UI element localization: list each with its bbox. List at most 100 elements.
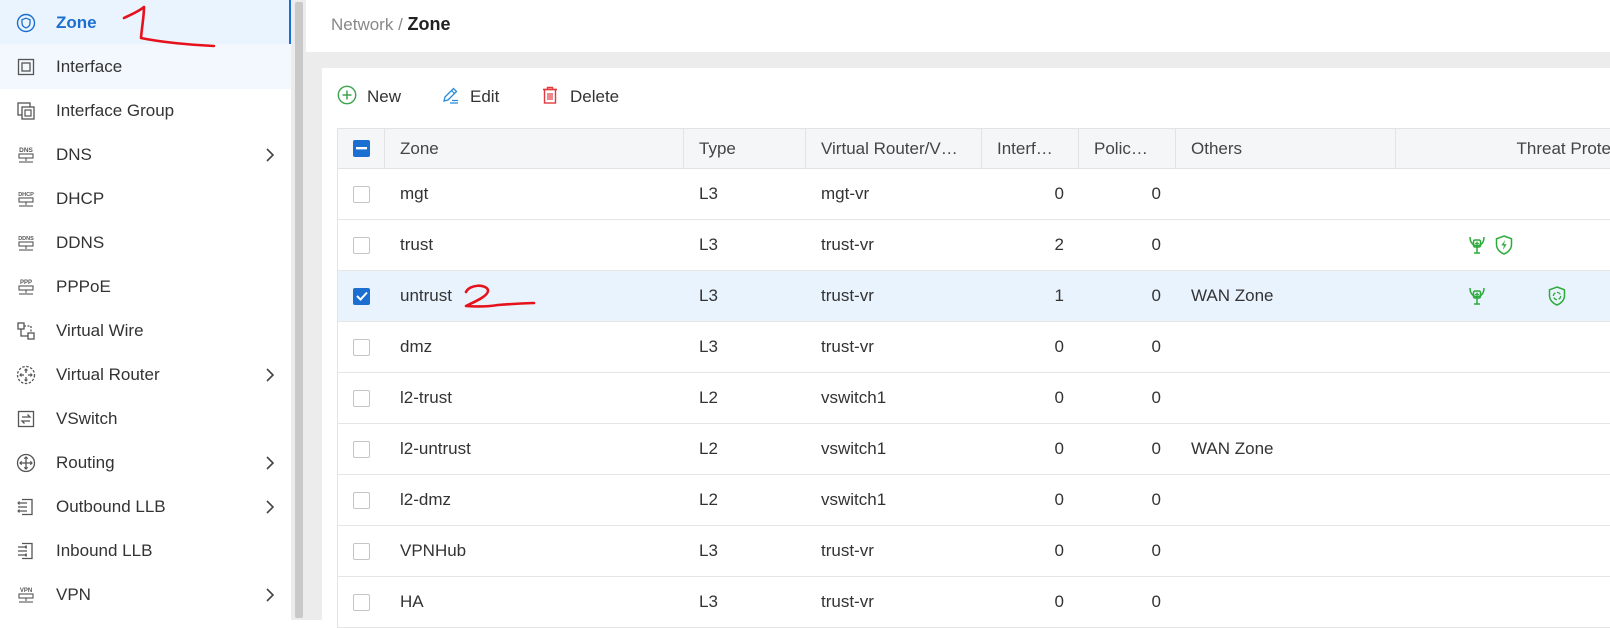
table-row[interactable]: l2-trust L2 vswitch1 0 0 xyxy=(337,373,1610,424)
table-row[interactable]: trust L3 trust-vr 2 0 xyxy=(337,220,1610,271)
cell-others xyxy=(1176,220,1396,270)
cell-others xyxy=(1176,169,1396,219)
shield-recycle-icon[interactable] xyxy=(1546,285,1568,307)
sidebar-item-interface-group[interactable]: Interface Group xyxy=(0,88,291,133)
column-header-threat-protection[interactable]: Threat Prote xyxy=(1396,129,1610,168)
shield-bolt-icon[interactable] xyxy=(1493,234,1515,256)
row-select-cell xyxy=(338,169,385,219)
cell-vr: vswitch1 xyxy=(821,490,887,509)
column-header-interfaces[interactable]: Interf… xyxy=(982,129,1079,168)
cell-others xyxy=(1176,373,1396,423)
cell-policies: 0 xyxy=(1151,184,1161,203)
row-checkbox[interactable] xyxy=(353,287,370,305)
content-gutter xyxy=(306,68,322,620)
column-header-others[interactable]: Others xyxy=(1176,129,1396,168)
row-checkbox[interactable] xyxy=(353,593,370,611)
cell-others xyxy=(1176,322,1396,372)
sidebar-item-dns[interactable]: DNS DNS xyxy=(0,132,291,177)
sidebar-item-ddns[interactable]: DDNS DDNS xyxy=(0,220,291,265)
cell-type: L3 xyxy=(699,286,718,305)
row-select-cell xyxy=(338,373,385,423)
breadcrumb-separator: / xyxy=(393,15,408,34)
row-select-cell xyxy=(338,271,385,321)
cell-zone: l2-dmz xyxy=(400,490,452,509)
cell-type: L2 xyxy=(699,388,718,407)
zone-shield-icon xyxy=(16,13,36,33)
sidebar-item-label: Interface Group xyxy=(56,100,175,120)
column-header-zone[interactable]: Zone xyxy=(385,129,684,168)
row-checkbox[interactable] xyxy=(353,185,370,203)
breadcrumb: Network / Zone xyxy=(331,14,451,35)
column-header-policies[interactable]: Polic… xyxy=(1079,129,1176,168)
sidebar-item-virtual-router[interactable]: Virtual Router xyxy=(0,352,291,397)
sidebar-scrollbar-thumb[interactable] xyxy=(295,2,303,618)
chevron-right-icon xyxy=(263,455,277,470)
row-checkbox[interactable] xyxy=(353,542,370,560)
sidebar-item-vswitch[interactable]: VSwitch xyxy=(0,396,291,441)
row-checkbox[interactable] xyxy=(353,236,370,254)
cell-interfaces: 0 xyxy=(1054,337,1064,356)
cell-zone: VPNHub xyxy=(400,541,467,560)
row-checkbox[interactable] xyxy=(353,491,370,509)
cell-policies: 0 xyxy=(1151,541,1161,560)
cell-others: WAN Zone xyxy=(1191,439,1274,458)
outbound-llb-icon xyxy=(16,497,36,517)
svg-text:VPN: VPN xyxy=(20,588,32,594)
select-all-checkbox[interactable] xyxy=(352,140,370,157)
cell-policies: 0 xyxy=(1151,439,1161,458)
sidebar-item-label: Outbound LLB xyxy=(56,496,166,516)
row-checkbox[interactable] xyxy=(353,440,370,458)
sidebar-item-outbound-llb[interactable]: Outbound LLB xyxy=(0,484,291,529)
virtual-wire-icon xyxy=(16,321,36,341)
cell-type: L2 xyxy=(699,490,718,509)
page-header: Network / Zone xyxy=(306,0,1610,52)
cell-zone: trust xyxy=(400,235,434,254)
add-circle-icon xyxy=(337,85,357,110)
cell-vr: trust-vr xyxy=(821,286,874,305)
ips-icon[interactable] xyxy=(1466,234,1488,256)
inbound-llb-icon xyxy=(16,541,36,561)
chevron-right-icon xyxy=(263,147,277,162)
edit-button-label: Edit xyxy=(470,87,500,106)
row-select-cell xyxy=(338,220,385,270)
pppoe-icon: PPP xyxy=(16,277,36,297)
new-button[interactable]: New xyxy=(337,85,401,109)
sidebar-item-label: DNS xyxy=(56,144,92,164)
row-checkbox[interactable] xyxy=(353,338,370,356)
sidebar-item-vpn[interactable]: VPN VPN xyxy=(0,572,291,617)
table-row[interactable]: untrust L3 trust-vr 1 0 WAN Zone xyxy=(337,271,1610,322)
delete-button[interactable]: Delete xyxy=(540,85,619,109)
table-row[interactable]: mgt L3 mgt-vr 0 0 xyxy=(337,169,1610,220)
column-header-type[interactable]: Type xyxy=(684,129,806,168)
sidebar-item-virtual-wire[interactable]: Virtual Wire xyxy=(0,308,291,353)
sidebar-item-pppoe[interactable]: PPP PPPoE xyxy=(0,264,291,309)
virtual-router-icon xyxy=(16,365,36,385)
sidebar-item-dhcp[interactable]: DHCP DHCP xyxy=(0,176,291,221)
sidebar-item-inbound-llb[interactable]: Inbound LLB xyxy=(0,528,291,573)
sidebar-item-routing[interactable]: Routing xyxy=(0,440,291,485)
table-row[interactable]: dmz L3 trust-vr 0 0 xyxy=(337,322,1610,373)
sidebar-item-label: Routing xyxy=(56,452,115,472)
breadcrumb-network-link[interactable]: Network xyxy=(331,15,393,34)
cell-zone: untrust xyxy=(400,286,452,305)
svg-text:DNS: DNS xyxy=(19,147,33,154)
table-row[interactable]: l2-untrust L2 vswitch1 0 0 WAN Zone xyxy=(337,424,1610,475)
table-row[interactable]: VPNHub L3 trust-vr 0 0 xyxy=(337,526,1610,577)
row-checkbox[interactable] xyxy=(353,389,370,407)
cell-type: L2 xyxy=(699,439,718,458)
table-row[interactable]: l2-dmz L2 vswitch1 0 0 xyxy=(337,475,1610,526)
table-row[interactable]: HA L3 trust-vr 0 0 xyxy=(337,577,1610,628)
sidebar-item-interface[interactable]: Interface xyxy=(0,44,291,89)
cell-zone: l2-trust xyxy=(400,388,452,407)
edit-button[interactable]: Edit xyxy=(440,85,499,109)
column-header-virtual-router[interactable]: Virtual Router/V… xyxy=(806,129,982,168)
vswitch-icon xyxy=(16,409,36,429)
cell-others: WAN Zone xyxy=(1191,286,1274,305)
ips-icon[interactable] xyxy=(1466,285,1488,307)
cell-others xyxy=(1176,526,1396,576)
cell-vr: vswitch1 xyxy=(821,439,887,458)
checkmark-icon xyxy=(355,291,368,301)
sidebar-item-label: Virtual Router xyxy=(56,364,160,384)
sidebar-item-zone[interactable]: Zone xyxy=(0,0,291,45)
sidebar-item-label: PPPoE xyxy=(56,276,111,296)
